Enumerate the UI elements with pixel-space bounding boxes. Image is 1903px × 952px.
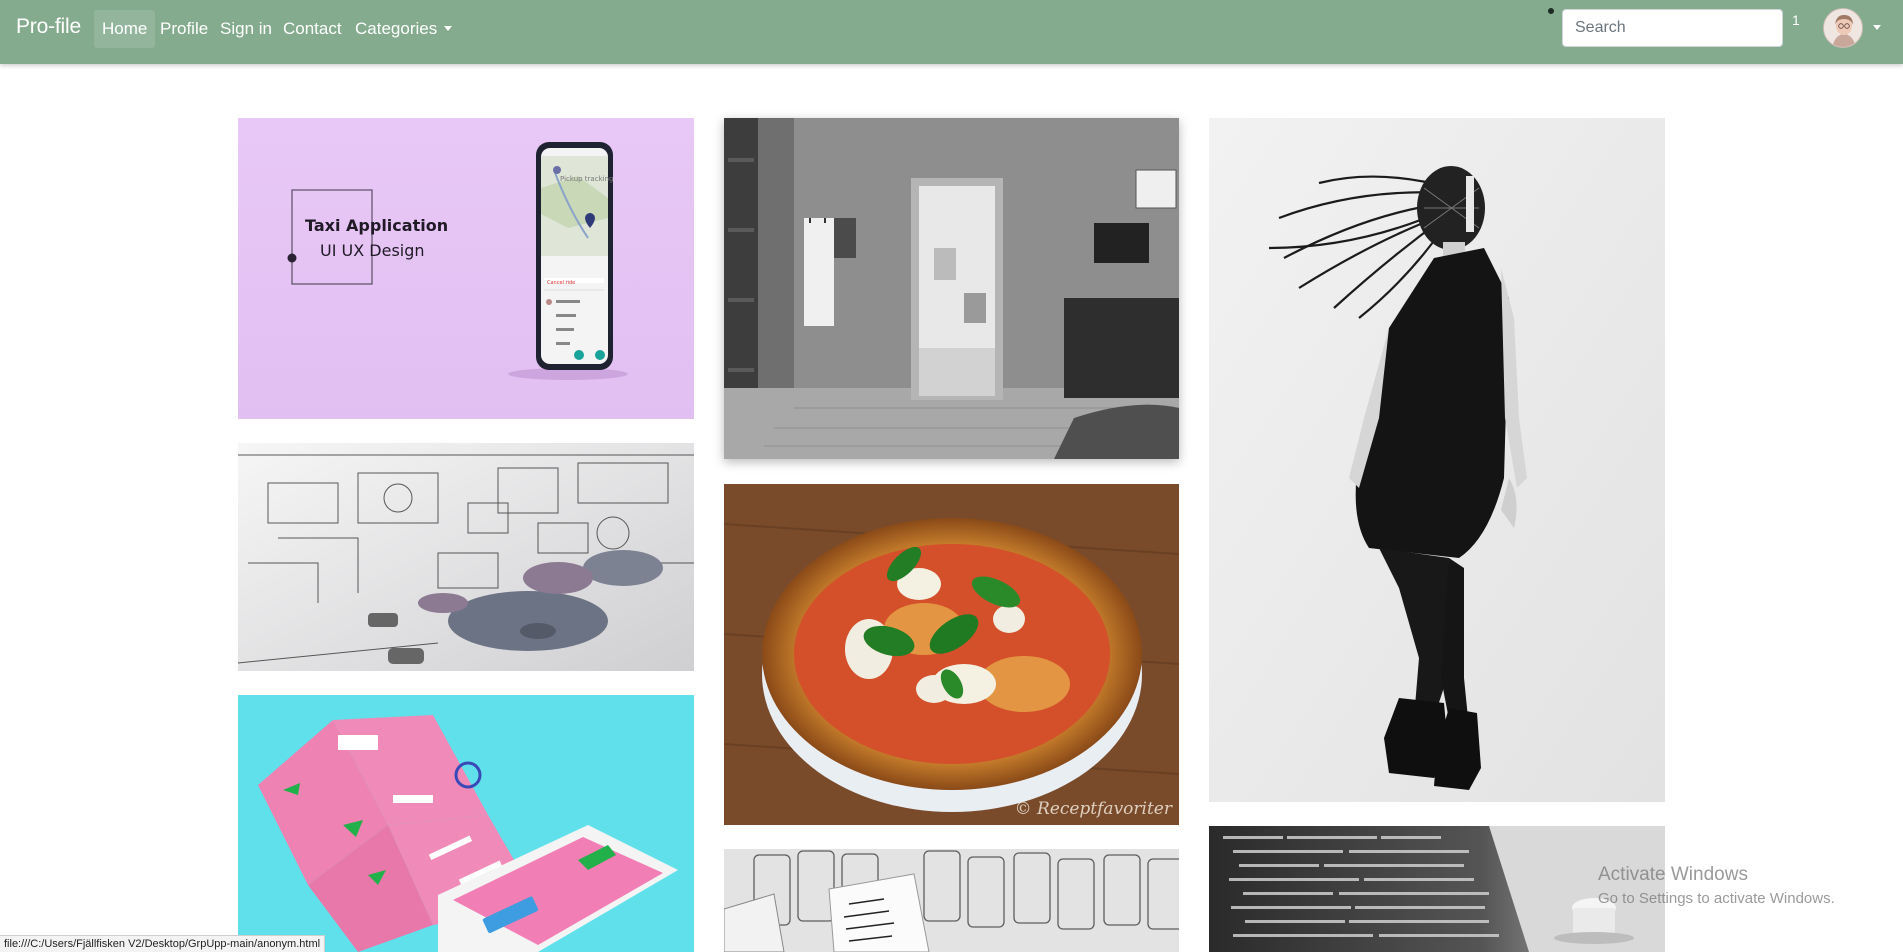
blueprint-gears-image[interactable] [238, 443, 694, 671]
chevron-down-icon [444, 26, 453, 31]
brand-logo[interactable]: Pro-file [16, 15, 81, 39]
activate-windows-title: Activate Windows [1598, 864, 1748, 885]
categories-label: Categories [355, 19, 438, 38]
taxi-subtitle: UI UX Design [320, 241, 425, 260]
avatar-portrait-icon [1824, 9, 1862, 47]
search-input[interactable] [1562, 9, 1783, 47]
avatar-dropdown-icon[interactable] [1873, 25, 1881, 30]
nav-contact[interactable]: Contact [275, 10, 350, 48]
nav-categories-dropdown[interactable]: Categories [347, 10, 460, 48]
browser-status-url: file:///C:/Users/Fjällfisken V2/Desktop/… [0, 935, 326, 952]
activate-windows-watermark: Activate Windows Go to Settings to activ… [1598, 864, 1835, 907]
activate-windows-subtitle: Go to Settings to activate Windows. [1598, 890, 1835, 907]
taxi-title: Taxi Application [305, 216, 448, 235]
phone-header-text: Pickup tracking [560, 175, 613, 183]
fashion-model-image[interactable] [1209, 118, 1665, 802]
pink-flyer-image[interactable] [238, 695, 694, 952]
navbar: Pro-file Home Profile Sign in Contact Ca… [0, 0, 1903, 64]
nav-home[interactable]: Home [94, 10, 156, 48]
pizza-image[interactable]: © Receptfavoriter [724, 484, 1179, 825]
nav-profile[interactable]: Profile [152, 10, 216, 48]
interior-hallway-image[interactable] [724, 118, 1179, 459]
nav-sign-in[interactable]: Sign in [212, 10, 280, 48]
pizza-watermark: © Receptfavoriter [1015, 799, 1173, 819]
taxi-app-image[interactable]: Taxi Application UI UX Design Pickup tra… [238, 118, 694, 419]
notification-dot-icon [1548, 8, 1554, 14]
wireframe-sketch-image[interactable] [724, 849, 1179, 952]
notification-count[interactable]: 1 [1792, 12, 1800, 28]
code-laptop-image[interactable] [1209, 826, 1665, 952]
cancel-ride-text: Cancel ride [547, 280, 575, 286]
avatar[interactable] [1823, 8, 1863, 48]
